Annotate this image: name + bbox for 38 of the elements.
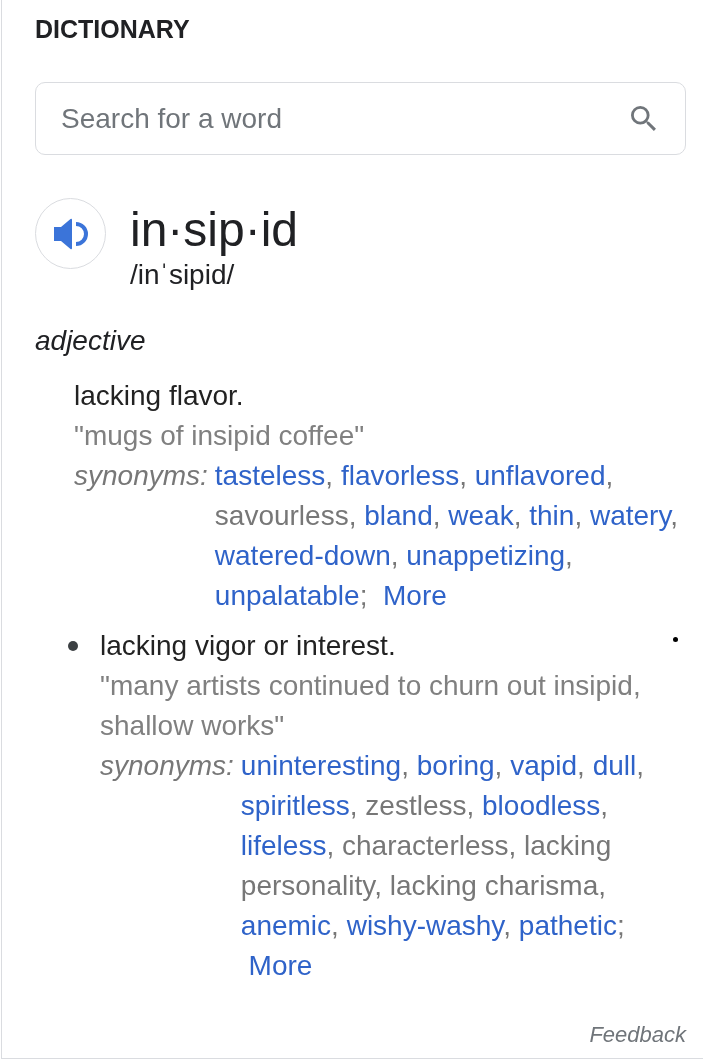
synonym-link[interactable]: uninteresting <box>240 750 402 781</box>
synonyms-label: synonyms: <box>74 459 208 493</box>
dictionary-title: DICTIONARY <box>35 14 190 44</box>
more-link[interactable]: More <box>248 950 313 981</box>
synonyms-label: synonyms: <box>100 749 234 783</box>
synonym-link[interactable]: pathetic <box>518 910 617 941</box>
speaker-icon <box>53 217 88 250</box>
synonym-link[interactable]: flavorless <box>340 460 460 491</box>
example-text: "many artists continued to churn out insipid, shallow works" <box>100 669 642 743</box>
synonym-link[interactable]: watery <box>589 500 671 531</box>
search-field[interactable]: Search for a word <box>35 82 686 155</box>
synonym-link[interactable]: weak <box>448 500 514 531</box>
more-link[interactable]: More <box>383 580 447 611</box>
synonym-link[interactable]: tasteless <box>214 460 326 491</box>
pronunciation-text: /inˈsipid/ <box>130 258 236 292</box>
synonym-link[interactable]: unpalatable <box>214 580 360 611</box>
search-icon[interactable] <box>631 106 656 131</box>
synonym-link[interactable]: thin <box>529 500 575 531</box>
synonyms-list: uninteresting, boring, vapid, dull, spiritless, zestless, bloodless, lifeless, characterless, lacking personality, lacking charisma, anemic, wishy-washy, pathetic; More <box>240 746 696 986</box>
synonym-link[interactable]: boring <box>416 750 495 781</box>
synonym-link[interactable]: spiritless <box>240 790 350 821</box>
part-of-speech-text: adjective <box>35 324 146 358</box>
synonym-link[interactable]: unappetizing <box>406 540 566 571</box>
feedback-link[interactable]: Feedback <box>589 1021 686 1049</box>
headword-text: in·sip·id <box>130 202 299 258</box>
synonym-link[interactable]: anemic <box>240 910 332 941</box>
synonyms-list: tasteless, flavorless, unflavored, savourless, bland, weak, thin, watery, watered-down, unappetizing, unpalatable; More <box>214 456 696 616</box>
synonym-link[interactable]: dull <box>592 750 637 781</box>
synonym-link[interactable]: wishy-washy <box>346 910 504 941</box>
definition-text: lacking vigor or interest. <box>100 629 396 663</box>
synonym-link[interactable]: bland <box>364 500 433 531</box>
synonym-link[interactable]: watered-down <box>214 540 391 571</box>
synonym-link[interactable]: lifeless <box>240 830 327 861</box>
synonym-link[interactable]: unflavored <box>474 460 606 491</box>
definition-text: lacking flavor. <box>74 379 244 413</box>
example-text: "mugs of insipid coffee" <box>74 419 366 453</box>
synonym-link[interactable]: bloodless <box>482 790 601 821</box>
synonym-link[interactable]: vapid <box>510 750 578 781</box>
